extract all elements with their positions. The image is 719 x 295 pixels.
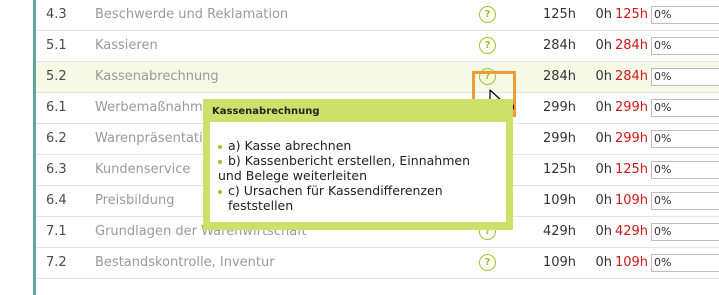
row-hours: 299h [542, 131, 576, 146]
row-title: Warenpräsentati [95, 131, 203, 146]
row-remaining-hours: 284h [614, 69, 648, 84]
row-done-hours: 0h [595, 100, 612, 115]
help-question-icon[interactable]: ? [479, 37, 496, 54]
table-row: 4.3 Beschwerde und Reklamation ? 125h 0h… [36, 0, 719, 31]
row-title: Preisbildung [95, 193, 175, 208]
table-row-highlighted: 5.2 Kassenabrechnung ? 284h 0h 284h 0% [36, 62, 719, 93]
row-remaining-hours: 429h [614, 224, 648, 239]
row-number: 6.3 [46, 162, 67, 177]
row-title: Bestandskontrolle, Inventur [95, 255, 275, 270]
row-hours: 125h [542, 162, 576, 177]
row-remaining-hours: 125h [614, 162, 648, 177]
row-progress-bar: 0% [651, 130, 719, 148]
table-row: 5.1 Kassieren ? 284h 0h 284h 0% [36, 31, 719, 62]
row-hours: 109h [542, 193, 576, 208]
row-progress-bar: 0% [651, 254, 719, 272]
row-number: 4.3 [46, 7, 67, 22]
table-row: 7.2 Bestandskontrolle, Inventur ? 109h 0… [36, 248, 719, 279]
row-done-hours: 0h [595, 255, 612, 270]
row-progress-label: 0% [654, 225, 672, 238]
row-remaining-hours: 299h [614, 131, 648, 146]
row-progress-label: 0% [654, 194, 672, 207]
row-progress-label: 0% [654, 39, 672, 52]
row-remaining-hours: 109h [614, 255, 648, 270]
row-hours: 284h [542, 38, 576, 53]
row-remaining-hours: 109h [614, 193, 648, 208]
help-tooltip: Kassenabrechnung a) Kasse abrechnen b) K… [203, 99, 513, 230]
row-number: 5.1 [46, 38, 67, 53]
row-progress-bar: 0% [651, 37, 719, 55]
row-title: Kassieren [95, 38, 158, 53]
row-remaining-hours: 125h [614, 7, 648, 22]
row-number: 5.2 [46, 69, 67, 84]
row-title: Kundenservice [95, 162, 191, 177]
tooltip-list-item: a) Kasse abrechnen [218, 138, 496, 153]
tooltip-list: a) Kasse abrechnen b) Kassenbericht erst… [218, 138, 496, 213]
row-progress-label: 0% [654, 132, 672, 145]
row-hours: 284h [542, 69, 576, 84]
row-progress-bar: 0% [651, 99, 719, 117]
row-done-hours: 0h [595, 162, 612, 177]
row-hours: 125h [542, 7, 576, 22]
row-title: Beschwerde und Reklamation [95, 7, 289, 22]
row-progress-label: 0% [654, 256, 672, 269]
row-remaining-hours: 284h [614, 38, 648, 53]
row-done-hours: 0h [595, 193, 612, 208]
row-number: 6.4 [46, 193, 67, 208]
row-number: 7.2 [46, 255, 67, 270]
row-done-hours: 0h [595, 224, 612, 239]
row-progress-bar: 0% [651, 68, 719, 86]
row-progress-bar: 0% [651, 6, 719, 24]
row-progress-label: 0% [654, 8, 672, 21]
row-done-hours: 0h [595, 7, 612, 22]
row-hours: 299h [542, 100, 576, 115]
tooltip-body: a) Kasse abrechnen b) Kassenbericht erst… [210, 122, 506, 222]
row-done-hours: 0h [595, 69, 612, 84]
row-progress-bar: 0% [651, 192, 719, 210]
row-remaining-hours: 299h [614, 100, 648, 115]
row-number: 7.1 [46, 224, 67, 239]
row-progress-label: 0% [654, 163, 672, 176]
row-done-hours: 0h [595, 131, 612, 146]
row-progress-bar: 0% [651, 223, 719, 241]
tooltip-list-item: c) Ursachen für Kassendifferenzen festst… [218, 183, 496, 213]
row-progress-label: 0% [654, 101, 672, 114]
row-number: 6.2 [46, 131, 67, 146]
row-done-hours: 0h [595, 38, 612, 53]
help-question-icon[interactable]: ? [479, 6, 496, 23]
row-title: Werbemaßnahme [95, 100, 211, 115]
row-number: 6.1 [46, 100, 67, 115]
help-question-icon[interactable]: ? [479, 254, 496, 271]
row-hours: 429h [542, 224, 576, 239]
row-progress-label: 0% [654, 70, 672, 83]
row-hours: 109h [542, 255, 576, 270]
tooltip-list-item: b) Kassenbericht erstellen, Einnahmen un… [218, 153, 496, 183]
row-progress-bar: 0% [651, 161, 719, 179]
row-title: Kassenabrechnung [95, 69, 219, 84]
tooltip-title: Kassenabrechnung [212, 106, 320, 117]
